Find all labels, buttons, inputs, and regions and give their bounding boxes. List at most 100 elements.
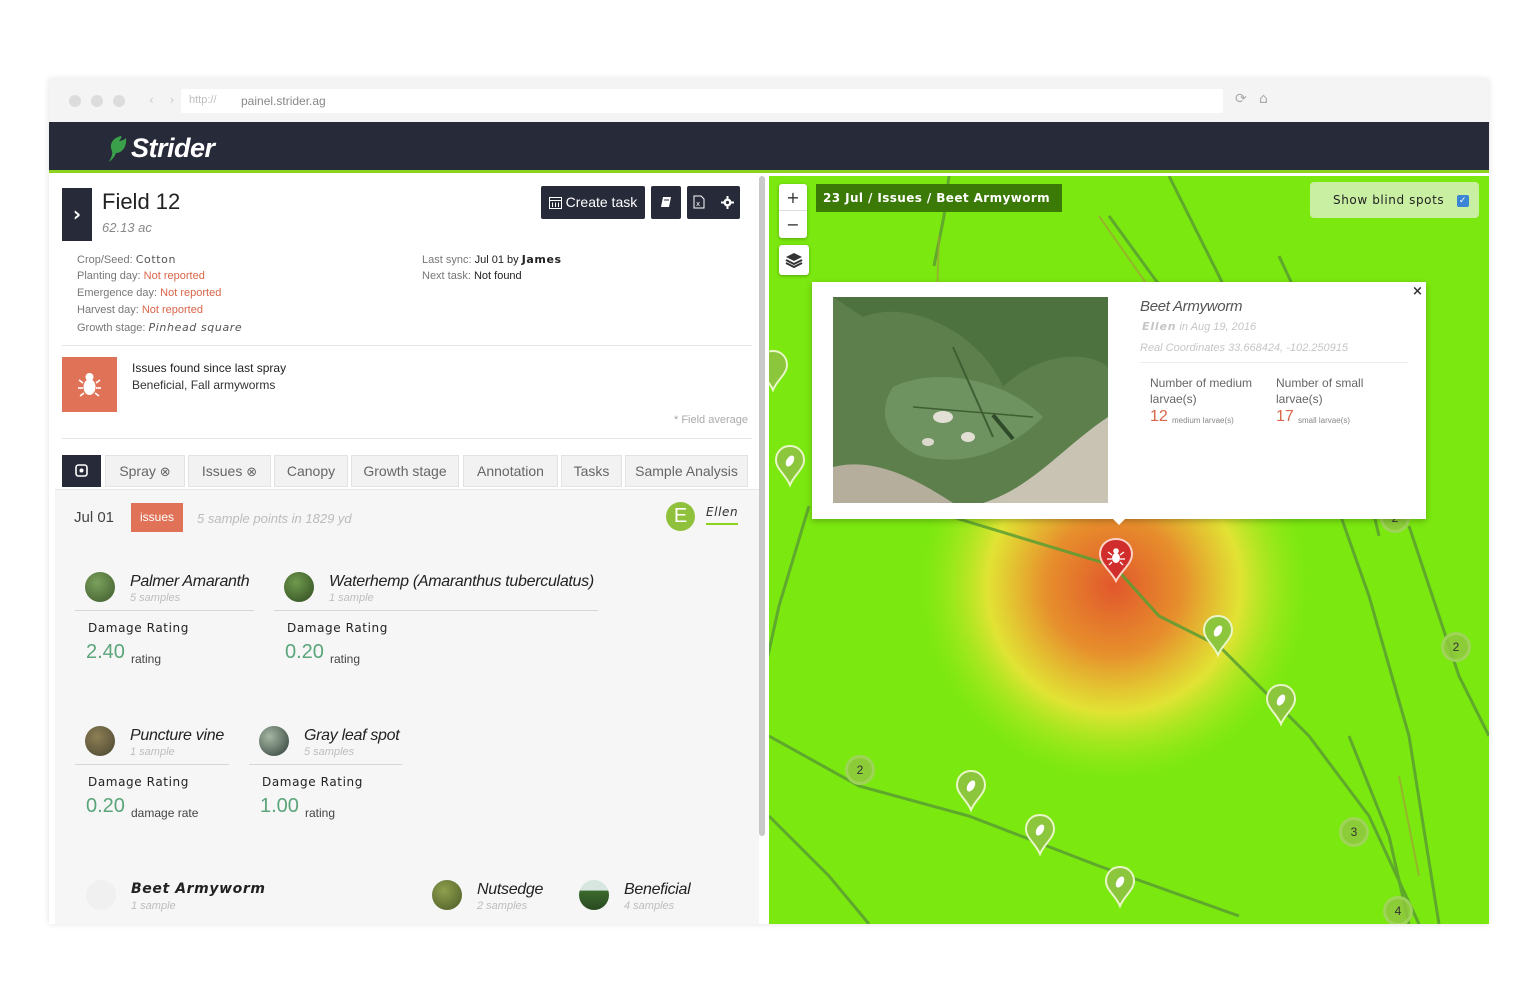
issues-list: Beneficial, Fall armyworms — [132, 378, 276, 392]
notebook-button[interactable] — [651, 186, 681, 219]
popup-coordinates: Real Coordinates 33.668424, -102.250915 — [1140, 342, 1348, 354]
cluster-marker[interactable]: 2 — [845, 755, 875, 785]
popup-pointer — [1109, 515, 1129, 525]
close-icon[interactable]: ⊗ — [246, 465, 257, 480]
leaf-marker-icon[interactable] — [769, 349, 789, 393]
planting-info: Planting day: Not reported — [77, 270, 205, 282]
metric-value: 2.40 — [86, 641, 125, 663]
reload-icon[interactable]: ⟳ — [1235, 91, 1247, 107]
svg-text:x: x — [696, 200, 700, 208]
app-header: Strider — [49, 122, 1489, 173]
expand-panel-button[interactable]: › — [62, 188, 92, 241]
observation-name: Waterhemp (Amaranthus tuberculatus) — [329, 573, 594, 590]
avatar[interactable]: E — [666, 502, 695, 531]
divider — [62, 438, 752, 439]
harvest-info: Harvest day: Not reported — [77, 304, 203, 316]
window-minimize-dot[interactable] — [91, 95, 103, 107]
tab-growth-stage[interactable]: Growth stage — [351, 455, 459, 487]
zoom-out-button[interactable]: − — [779, 211, 807, 238]
brand-logo[interactable]: Strider — [131, 133, 215, 164]
last-sync-info: Last sync: Jul 01 by James — [422, 253, 562, 266]
book-icon — [661, 197, 671, 207]
observation-name: Palmer Amaranth — [130, 573, 250, 590]
tab-issues[interactable]: Issues ⊗ — [188, 455, 271, 487]
metric-value: 1.00 — [260, 795, 299, 817]
report-summary: 5 sample points in 1829 yd — [197, 511, 352, 526]
url-text: painel.strider.ag — [241, 94, 326, 108]
tab-annotation[interactable]: Annotation — [463, 455, 558, 487]
layers-button[interactable] — [779, 245, 809, 275]
observation-thumbnail — [86, 880, 116, 910]
emergence-value: Not reported — [160, 287, 222, 299]
observation-samples: 1 sample — [329, 592, 374, 604]
field-title: Field 12 — [102, 189, 181, 214]
observation-thumbnail — [284, 572, 314, 602]
home-icon[interactable]: ⌂ — [1259, 91, 1268, 107]
issues-title: Issues found since last spray — [132, 361, 287, 375]
metric-value: 17 — [1276, 408, 1294, 425]
divider — [62, 345, 752, 346]
observation-samples: 4 samples — [624, 900, 675, 912]
gear-icon — [720, 196, 734, 209]
map-breadcrumb: 23 Jul / Issues / Beet Armyworm — [816, 184, 1062, 212]
metric-unit: rating — [131, 652, 162, 666]
cluster-marker[interactable]: 3 — [1339, 817, 1369, 847]
close-popup-button[interactable]: × — [1412, 284, 1423, 299]
bug-icon — [78, 373, 101, 397]
report-date: Jul 01 — [74, 509, 115, 526]
field-area: 62.13 ac — [102, 220, 152, 235]
metric-value: 0.20 — [285, 641, 324, 663]
user-underline — [706, 523, 738, 525]
excel-file-icon: x — [693, 195, 705, 209]
observation-popup: × Beet Armyworm Ellen in Aug 19, 2016 Re… — [812, 282, 1426, 519]
window-close-dot[interactable] — [69, 95, 81, 107]
address-bar[interactable]: http:// painel.strider.ag — [181, 89, 1223, 113]
observation-name: Puncture vine — [130, 727, 224, 744]
planting-value: Not reported — [143, 270, 205, 282]
field-map[interactable]: 2 2 2 3 4 + − 23 Jul / Issues / Beet Arm… — [769, 176, 1489, 924]
observation-samples: 1 sample — [130, 746, 175, 758]
window-maximize-dot[interactable] — [113, 95, 125, 107]
harvest-value: Not reported — [141, 304, 203, 316]
zoom-in-button[interactable]: + — [779, 184, 807, 211]
observation-thumbnail — [85, 726, 115, 756]
metric-label: Damage Rating — [287, 621, 388, 635]
tab-canopy[interactable]: Canopy — [274, 455, 348, 487]
cluster-marker[interactable]: 4 — [1383, 896, 1413, 924]
tab-overview[interactable] — [62, 455, 101, 487]
nav-arrows-icon[interactable]: ‹ › — [149, 93, 180, 107]
metric-label: Damage Rating — [262, 775, 363, 789]
popup-author: Ellen — [1142, 320, 1177, 333]
tab-spray[interactable]: Spray ⊗ — [105, 455, 185, 487]
cluster-marker[interactable]: 2 — [1441, 632, 1471, 662]
crop-info: Crop/Seed: Cotton — [77, 253, 177, 266]
show-blind-spots-toggle[interactable]: Show blind spots ✓ — [1310, 182, 1479, 218]
observation-name: Beet Armyworm — [131, 881, 266, 897]
field-average-note: * Field average — [674, 414, 748, 426]
report-user[interactable]: Ellen — [706, 505, 738, 519]
tab-sample-analysis[interactable]: Sample Analysis — [625, 455, 748, 487]
observation-samples: 5 samples — [130, 592, 181, 604]
create-task-label: Create task — [565, 194, 638, 210]
metric-label: Number of small larvae(s) — [1276, 376, 1364, 406]
metric-value: 12 — [1150, 408, 1168, 425]
close-icon[interactable]: ⊗ — [160, 465, 171, 480]
observation-samples: 5 samples — [304, 746, 355, 758]
observation-thumbnail — [579, 880, 609, 910]
create-task-button[interactable]: Create task — [541, 186, 645, 219]
leaf-logo-icon — [109, 136, 127, 162]
observation-thumbnail — [259, 726, 289, 756]
panel-scrollbar[interactable] — [759, 176, 765, 836]
tab-tasks[interactable]: Tasks — [561, 455, 622, 487]
observation-thumbnail — [432, 880, 462, 910]
export-settings-button[interactable]: x — [687, 186, 740, 219]
sync-user: James — [521, 253, 562, 266]
browser-window: ‹ › http:// painel.strider.ag ⟳ ⌂ Stride… — [49, 79, 1489, 924]
observation-photo — [833, 297, 1108, 503]
field-panel: › Field 12 62.13 ac Create task x Crop/S… — [49, 176, 769, 924]
blind-spots-checkbox[interactable]: ✓ — [1457, 195, 1469, 207]
issues-badge[interactable]: issues — [131, 503, 183, 532]
observation-name: Nutsedge — [477, 881, 544, 898]
metric-label: Number of medium larvae(s) — [1150, 376, 1253, 406]
metric-unit: rating — [330, 652, 361, 666]
